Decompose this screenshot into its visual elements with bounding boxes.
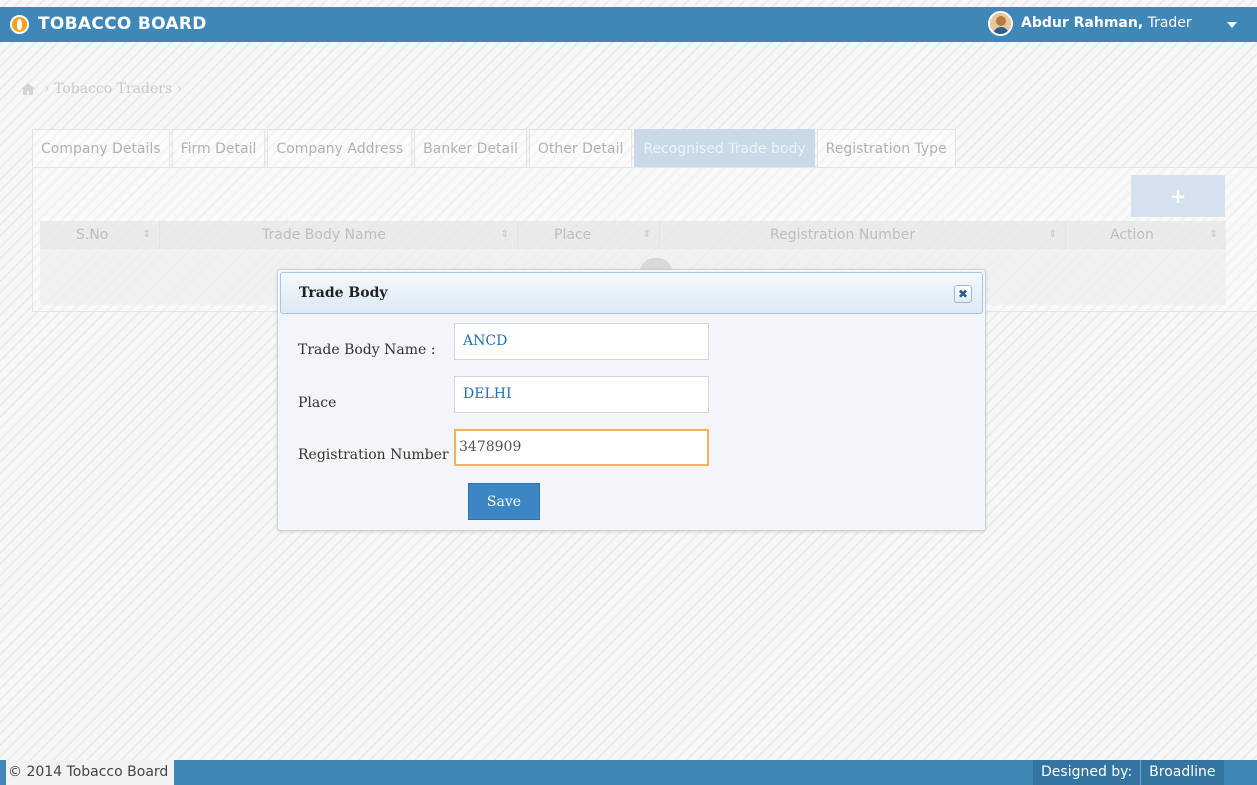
tab-company-details[interactable]: Company Details: [32, 129, 170, 167]
column-header-label: Registration Number: [770, 227, 916, 243]
tab-bar: Company Details Firm Detail Company Addr…: [32, 129, 958, 167]
table-header: S.No ⇕ Trade Body Name ⇕ Place ⇕ Registrati…: [40, 221, 1226, 249]
column-header-registration-number[interactable]: Registration Number ⇕: [660, 221, 1066, 249]
add-trade-body-button[interactable]: +: [1131, 175, 1225, 217]
tab-registration-type[interactable]: Registration Type: [816, 129, 956, 167]
footer: © 2014 Tobacco Board Designed by: Broadl…: [0, 760, 1257, 785]
tab-company-address[interactable]: Company Address: [267, 129, 413, 167]
column-header-label: Place: [554, 227, 592, 243]
trade-body-dialog: Trade Body ✖ Trade Body Name : ANCD Plac…: [277, 269, 986, 531]
column-header-action[interactable]: Action ⇕: [1066, 221, 1226, 249]
user-role: Trader: [1147, 15, 1192, 31]
column-header-label: Action: [1110, 227, 1154, 243]
tab-recognised-trade-body[interactable]: Recognised Trade body: [634, 129, 815, 167]
tab-firm-detail[interactable]: Firm Detail: [171, 129, 266, 167]
breadcrumb: › Tobacco Traders ›: [44, 81, 182, 97]
user-menu[interactable]: Abdur Rahman, Trader: [1021, 15, 1192, 31]
registration-number-input[interactable]: 3478909: [454, 429, 709, 466]
place-label: Place: [298, 395, 337, 411]
column-header-label: Trade Body Name: [262, 227, 386, 243]
registration-number-label: Registration Number :: [298, 447, 458, 463]
column-header-label: S.No: [76, 227, 109, 243]
tab-other-detail[interactable]: Other Detail: [528, 129, 633, 167]
designed-by-label: Designed by:: [1033, 760, 1141, 785]
save-button[interactable]: Save: [468, 483, 540, 520]
app-title: TOBACCO BOARD: [38, 14, 207, 34]
footer-credits: Designed by: Broadline: [1033, 760, 1224, 785]
dialog-title: Trade Body: [299, 285, 388, 301]
sort-icon[interactable]: ⇕: [1210, 221, 1218, 249]
plus-icon: +: [1169, 184, 1187, 208]
designer-link[interactable]: Broadline: [1140, 760, 1224, 785]
column-header-trade-body-name[interactable]: Trade Body Name ⇕: [160, 221, 518, 249]
trade-body-name-input[interactable]: ANCD: [454, 323, 709, 360]
place-input[interactable]: DELHI: [454, 376, 709, 413]
close-icon[interactable]: ✖: [954, 285, 972, 303]
column-header-place[interactable]: Place ⇕: [518, 221, 660, 249]
sort-icon[interactable]: ⇕: [143, 221, 151, 249]
column-header-sno[interactable]: S.No ⇕: [40, 221, 160, 249]
sort-icon[interactable]: ⇕: [1049, 221, 1057, 249]
sort-icon[interactable]: ⇕: [643, 221, 651, 249]
top-bar: TOBACCO BOARD Abdur Rahman, Trader: [0, 7, 1257, 42]
breadcrumb-item-tobacco-traders[interactable]: Tobacco Traders: [54, 81, 172, 97]
trade-body-name-label: Trade Body Name :: [298, 342, 436, 358]
home-icon[interactable]: [20, 82, 36, 96]
user-name: Abdur Rahman,: [1021, 15, 1144, 31]
breadcrumb-separator: ›: [44, 81, 50, 97]
sort-icon[interactable]: ⇕: [501, 221, 509, 249]
caret-down-icon[interactable]: [1227, 22, 1237, 28]
dialog-header: Trade Body ✖: [280, 272, 983, 314]
tobacco-leaf-logo-icon: [10, 15, 29, 34]
tab-banker-detail[interactable]: Banker Detail: [414, 129, 527, 167]
user-avatar-icon[interactable]: [988, 11, 1013, 36]
copyright-text: © 2014 Tobacco Board: [6, 760, 175, 785]
breadcrumb-separator: ›: [176, 81, 183, 97]
